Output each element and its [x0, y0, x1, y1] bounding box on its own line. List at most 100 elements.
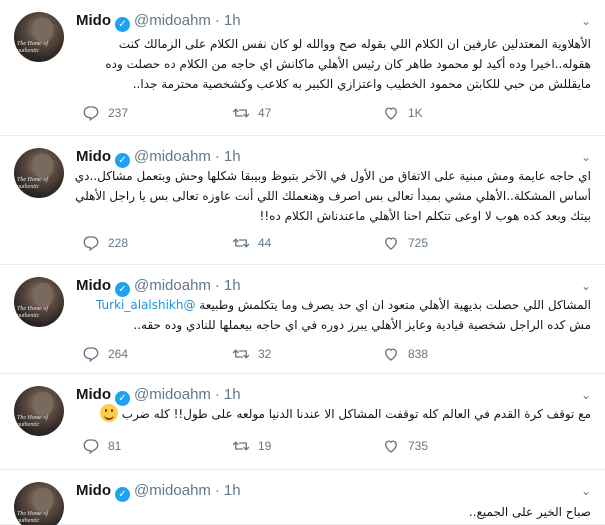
retweet-button[interactable]: 47	[232, 104, 271, 122]
verified-badge-icon: ✓	[115, 487, 130, 502]
separator-dot: ·	[214, 148, 220, 165]
avatar-face	[33, 154, 53, 178]
reply-count: 264	[108, 347, 129, 361]
username-handle[interactable]: @midoahm	[134, 12, 211, 29]
tweet[interactable]: The Home of authentic Mido ✓ @midoahm · 1h ⌄ مع…	[0, 374, 605, 470]
username-handle[interactable]: @midoahm	[134, 277, 211, 294]
tweet-actions: 264 32 838	[82, 345, 582, 365]
chevron-down-icon[interactable]: ⌄	[581, 150, 591, 164]
username-handle[interactable]: @midoahm	[134, 386, 211, 403]
separator-dot: ·	[214, 277, 220, 294]
reply-button[interactable]: 264	[82, 345, 128, 363]
username-handle[interactable]: @midoahm	[134, 482, 211, 499]
display-name[interactable]: Mido	[76, 386, 111, 403]
tweet-text: الأهلاوية المعتدلين عارفين ان الكلام الل…	[71, 34, 591, 94]
reply-count: 237	[108, 106, 129, 120]
reply-icon	[82, 234, 100, 252]
tweet[interactable]: The Home of authentic Mido ✓ @midoahm · 1h ⌄ اي…	[0, 136, 605, 265]
reply-button[interactable]: 81	[82, 437, 121, 455]
tweet-text: المشاكل اللي حصلت بديهية الأهلي متعود ان…	[71, 295, 591, 335]
avatar[interactable]: The Home of authentic	[14, 277, 64, 327]
chevron-down-icon[interactable]: ⌄	[581, 484, 591, 498]
tweet-text: اي حاجه عايمة ومش مبنية على الاتفاق من ا…	[71, 166, 591, 226]
like-count: 725	[408, 236, 429, 250]
retweet-button[interactable]: 32	[232, 345, 271, 363]
tweet-text-segment: الأهلاوية المعتدلين عارفين ان الكلام الل…	[105, 37, 591, 91]
tweet-text-segment: مع توقف كرة القدم في العالم كله توقفت ال…	[117, 407, 591, 421]
avatar-face	[33, 283, 53, 307]
tweet[interactable]: The Home of authentic Mido ✓ @midoahm · 1h ⌄ ال…	[0, 0, 605, 136]
tweet-text-segment: المشاكل اللي حصلت بديهية الأهلي متعود ان…	[195, 298, 591, 312]
reply-icon	[82, 345, 100, 363]
reply-count: 81	[108, 439, 122, 453]
tweet-actions: 228 44 725	[82, 234, 582, 254]
tweet-text-segment: اي حاجه عايمة ومش مبنية على الاتفاق من ا…	[74, 169, 591, 223]
avatar[interactable]: The Home of authentic	[14, 148, 64, 198]
display-name[interactable]: Mido	[76, 482, 111, 499]
timestamp[interactable]: 1h	[224, 148, 241, 165]
retweet-count: 19	[258, 439, 272, 453]
tweet-actions: 237 47 1K	[82, 104, 582, 124]
retweet-icon	[232, 437, 250, 455]
like-count: 838	[408, 347, 429, 361]
retweet-count: 44	[258, 236, 272, 250]
tweet-header: Mido ✓ @midoahm · 1h	[76, 480, 241, 502]
username-handle[interactable]: @midoahm	[134, 148, 211, 165]
timestamp[interactable]: 1h	[224, 482, 241, 499]
avatar-face	[33, 18, 53, 42]
separator-dot: ·	[214, 12, 220, 29]
reply-button[interactable]: 228	[82, 234, 128, 252]
tweet-text: صباح الخير على الجميع..	[71, 502, 591, 522]
reply-icon	[82, 104, 100, 122]
tweet[interactable]: The Home of authentic Mido ✓ @midoahm · 1h ⌄ ال…	[0, 265, 605, 374]
separator-dot: ·	[214, 482, 220, 499]
avatar[interactable]: The Home of authentic	[14, 386, 64, 436]
retweet-button[interactable]: 44	[232, 234, 271, 252]
chevron-down-icon[interactable]: ⌄	[581, 388, 591, 402]
display-name[interactable]: Mido	[76, 12, 111, 29]
tweet[interactable]: The Home of authentic Mido ✓ @midoahm · 1h ⌄ صب…	[0, 470, 605, 525]
display-name[interactable]: Mido	[76, 148, 111, 165]
tweet-header: Mido ✓ @midoahm · 1h	[76, 275, 241, 297]
avatar[interactable]: The Home of authentic	[14, 12, 64, 62]
like-count: 1K	[408, 106, 423, 120]
like-button[interactable]: 725	[382, 234, 428, 252]
like-button[interactable]: 1K	[382, 104, 423, 122]
timestamp[interactable]: 1h	[224, 12, 241, 29]
like-button[interactable]: 838	[382, 345, 428, 363]
like-icon	[382, 234, 400, 252]
retweet-icon	[232, 104, 250, 122]
tweet-header: Mido ✓ @midoahm · 1h	[76, 146, 241, 168]
mention-link[interactable]: @Turki_alalshikh	[96, 298, 195, 312]
avatar-caption: The Home of authentic	[17, 177, 48, 190]
like-count: 735	[408, 439, 429, 453]
tweet-header: Mido ✓ @midoahm · 1h	[76, 384, 241, 406]
like-button[interactable]: 735	[382, 437, 428, 455]
avatar-caption: The Home of authentic	[17, 415, 48, 428]
tweet-text-segment: مش كده الراجل شخصية قيادية وعايز الأهلي …	[133, 318, 591, 332]
reply-button[interactable]: 237	[82, 104, 128, 122]
avatar-caption: The Home of authentic	[17, 511, 48, 524]
avatar-caption: The Home of authentic	[17, 306, 48, 319]
like-icon	[382, 345, 400, 363]
display-name[interactable]: Mido	[76, 277, 111, 294]
avatar-caption: The Home of authentic	[17, 41, 48, 54]
grinning-face-emoji-icon	[99, 404, 118, 422]
reply-icon	[82, 437, 100, 455]
avatar-face	[33, 392, 53, 416]
avatar[interactable]: The Home of authentic	[14, 482, 64, 525]
separator-dot: ·	[214, 386, 220, 403]
retweet-icon	[232, 345, 250, 363]
verified-badge-icon: ✓	[115, 17, 130, 32]
like-icon	[382, 437, 400, 455]
chevron-down-icon[interactable]: ⌄	[581, 279, 591, 293]
timestamp[interactable]: 1h	[224, 386, 241, 403]
retweet-icon	[232, 234, 250, 252]
reply-count: 228	[108, 236, 129, 250]
chevron-down-icon[interactable]: ⌄	[581, 14, 591, 28]
like-icon	[382, 104, 400, 122]
retweet-button[interactable]: 19	[232, 437, 271, 455]
tweet-header: Mido ✓ @midoahm · 1h	[76, 10, 241, 32]
timestamp[interactable]: 1h	[224, 277, 241, 294]
tweet-text-segment: صباح الخير على الجميع..	[468, 505, 591, 519]
